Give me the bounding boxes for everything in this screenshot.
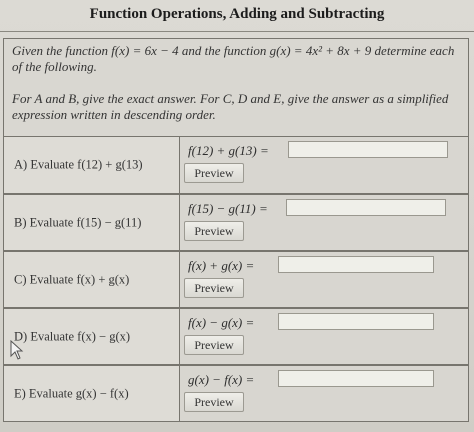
page-title: Function Operations, Adding and Subtract…: [89, 6, 385, 22]
problem-label: B) Evaluate f(15) − g(11): [14, 215, 142, 229]
problem-row-c: C) Evaluate f(x) + g(x) f(x) + g(x) = Pr…: [3, 251, 469, 308]
problem-label-cell: E) Evaluate g(x) − f(x): [4, 366, 180, 421]
problem-row-e: E) Evaluate g(x) − f(x) g(x) − f(x) = Pr…: [3, 365, 469, 422]
problem-row-b: B) Evaluate f(15) − g(11) f(15) − g(11) …: [3, 194, 469, 251]
expression-label: f(15) − g(11) =: [188, 201, 268, 216]
preview-button-b[interactable]: Preview: [184, 221, 244, 241]
problem-row-a: A) Evaluate f(12) + g(13) f(12) + g(13) …: [3, 136, 469, 194]
answer-cell: f(x) + g(x) = Preview: [180, 252, 468, 307]
problem-label-cell: A) Evaluate f(12) + g(13): [4, 137, 180, 193]
expression-label: f(x) − g(x) =: [188, 315, 255, 330]
problem-label-cell: B) Evaluate f(15) − g(11): [4, 195, 180, 250]
answer-cell: f(12) + g(13) = Preview: [180, 137, 468, 193]
mouse-pointer-icon: [10, 340, 24, 360]
answer-cell: f(15) − g(11) = Preview: [180, 195, 468, 250]
problem-label: A) Evaluate f(12) + g(13): [14, 157, 143, 172]
problem-label-cell: C) Evaluate f(x) + g(x): [4, 252, 180, 307]
preview-button-a[interactable]: Preview: [184, 163, 244, 183]
answer-cell: f(x) − g(x) = Preview: [180, 309, 468, 364]
answer-input-b[interactable]: [286, 199, 446, 216]
problem-label-cell: D) Evaluate f(x) − g(x): [4, 309, 180, 364]
preview-button-c[interactable]: Preview: [184, 278, 244, 298]
answer-instructions-text: For A and B, give the exact answer. For …: [12, 91, 449, 122]
problem-label: E) Evaluate g(x) − f(x): [14, 386, 129, 400]
answer-input-c[interactable]: [278, 256, 434, 273]
given-functions-text: Given the function f(x) = 6x − 4 and the…: [12, 43, 455, 74]
answer-input-e[interactable]: [278, 370, 434, 387]
expression-label: g(x) − f(x) =: [188, 372, 255, 387]
expression-label: f(x) + g(x) =: [188, 258, 255, 273]
worksheet-page: Function Operations, Adding and Subtract…: [0, 0, 474, 432]
problem-row-d: D) Evaluate f(x) − g(x) f(x) − g(x) = Pr…: [3, 308, 469, 365]
instructions-box: Given the function f(x) = 6x − 4 and the…: [3, 38, 469, 150]
preview-button-e[interactable]: Preview: [184, 392, 244, 412]
answer-input-a[interactable]: [288, 141, 448, 158]
answer-cell: g(x) − f(x) = Preview: [180, 366, 468, 421]
answer-input-d[interactable]: [278, 313, 434, 330]
expression-label: f(12) + g(13) =: [188, 143, 269, 158]
title-divider: [0, 31, 474, 32]
problem-label: D) Evaluate f(x) − g(x): [14, 329, 131, 343]
preview-button-d[interactable]: Preview: [184, 335, 244, 355]
problem-label: C) Evaluate f(x) + g(x): [14, 272, 130, 286]
